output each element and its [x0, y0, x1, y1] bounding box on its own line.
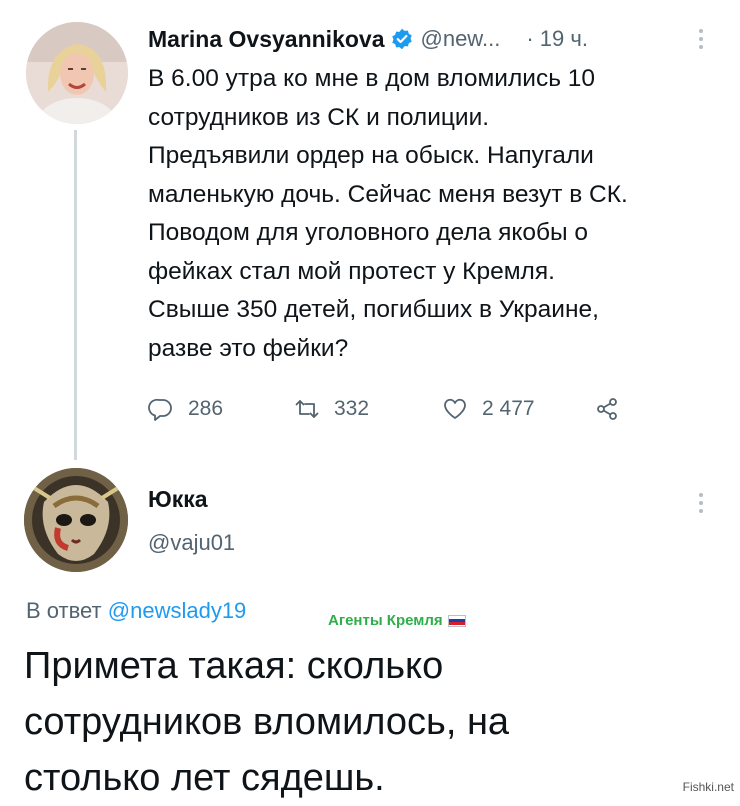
tweet-text: В 6.00 утра ко мне в дом вломились 10 со… — [148, 60, 723, 368]
more-vertical-icon[interactable] — [694, 24, 708, 54]
reply-author-avatar[interactable] — [24, 468, 128, 572]
retweet-button[interactable]: 332 — [294, 392, 369, 426]
author-handle[interactable]: @new... — [421, 26, 501, 52]
like-button[interactable]: 2 477 — [442, 392, 535, 426]
tweet-text-line: Свыше 350 детей, погибших в Украине, — [148, 296, 599, 323]
watermark: Fishki.net — [682, 780, 734, 794]
stamp-text: Агенты Кремля — [328, 612, 443, 629]
heart-icon — [444, 398, 466, 419]
tweet-text-line: маленькую дочь. Сейчас меня везут в СК. — [148, 180, 628, 208]
reply-button[interactable]: 286 — [148, 392, 223, 426]
site-stamp: Агенты Кремля — [328, 612, 466, 629]
thread-connector-line — [74, 130, 77, 460]
russian-flag-icon — [447, 614, 466, 627]
reply-text-line: столько лет сядешь. — [24, 757, 385, 799]
tweet-text-line: Предъявили ордер на обыск. Напугали — [148, 142, 594, 169]
reply-count: 286 — [188, 397, 224, 420]
tweet-text-line: сотрудников из СК и полиции. — [148, 103, 490, 131]
retweet-icon — [295, 400, 319, 418]
more-vertical-icon[interactable] — [694, 488, 708, 518]
reply-prefix: В ответ — [26, 598, 102, 623]
time-value: 19 ч. — [539, 26, 588, 51]
tweet-text-line: разве это фейки? — [148, 334, 349, 362]
like-count: 2 477 — [482, 397, 535, 420]
retweet-count: 332 — [334, 397, 370, 420]
reply-author-name[interactable]: Юкка — [148, 486, 208, 513]
author-avatar[interactable] — [26, 22, 128, 124]
tweet-text-line: В 6.00 утра ко мне в дом вломились 10 — [148, 65, 596, 92]
verified-badge-icon — [391, 28, 413, 50]
tweet-actions: 286 332 2 477 — [148, 392, 648, 426]
share-button[interactable] — [594, 392, 620, 426]
tweet-time[interactable]: · 19 ч. — [526, 26, 588, 52]
tweet-text-line: фейках стал мой протест у Кремля. — [148, 257, 555, 285]
reply-to-link[interactable]: @newslady19 — [108, 598, 247, 623]
reply-context: В ответ @newslady19 — [26, 598, 246, 624]
reply-bubble-icon — [148, 398, 172, 421]
reply-text-line: сотрудников вломилось, на — [24, 701, 510, 743]
share-icon — [597, 398, 617, 420]
tweet-text-line: Поводом для уголовного дела якобы о — [148, 219, 589, 246]
author-name[interactable]: Marina Ovsyannikova — [148, 26, 385, 53]
reply-author-handle[interactable]: @vaju01 — [148, 530, 235, 556]
reply-text: Примета такая: сколько сотрудников вломи… — [24, 638, 724, 806]
tweet-header: Marina Ovsyannikova @new... · 19 ч. — [148, 24, 588, 54]
reply-text-line: Примета такая: сколько — [24, 645, 444, 687]
time-separator: · — [526, 26, 534, 51]
